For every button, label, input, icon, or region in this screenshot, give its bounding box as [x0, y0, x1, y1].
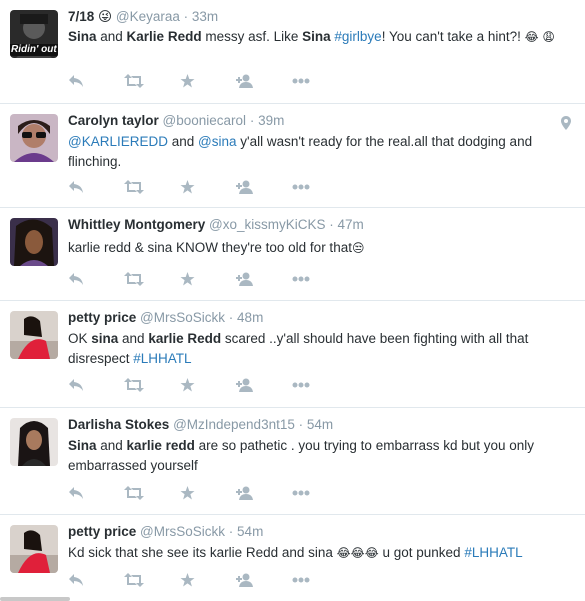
- timestamp[interactable]: 33m: [192, 9, 218, 24]
- tweet-text: karlie redd & sina KNOW they're too old …: [68, 240, 365, 255]
- follow-user-icon[interactable]: [236, 570, 292, 590]
- more-dots-icon[interactable]: [292, 71, 348, 91]
- tweet-actions: [68, 375, 348, 395]
- avatar[interactable]: [10, 311, 58, 359]
- tweet-header: petty price @MrsSoSickk · 48m: [68, 309, 263, 327]
- tweet-header: 7/18 😜 @Keyaraa · 33m: [68, 8, 218, 26]
- timestamp[interactable]: 47m: [338, 217, 364, 232]
- tweet-header: Carolyn taylor @booniecarol · 39m: [68, 112, 284, 130]
- username[interactable]: @MrsSoSickk: [140, 524, 225, 539]
- tweet-text: Kd sick that she see its karlie Redd and…: [68, 545, 523, 560]
- retweet-icon[interactable]: [124, 177, 180, 197]
- tweet-header: Darlisha Stokes @MzIndepend3nt15 · 54m: [68, 416, 333, 434]
- horizontal-scrollbar[interactable]: [0, 597, 70, 601]
- avatar[interactable]: [10, 418, 58, 466]
- emoji: 😂😂😂: [336, 546, 379, 560]
- timestamp[interactable]: 54m: [237, 524, 263, 539]
- reply-icon[interactable]: [68, 269, 124, 289]
- avatar[interactable]: Ridin' out: [10, 10, 58, 58]
- hashtag-link[interactable]: #girlbye: [334, 29, 381, 44]
- more-dots-icon[interactable]: [292, 570, 348, 590]
- tweet-actions: [68, 483, 348, 503]
- tweet[interactable]: Ridin' out 7/18 😜 @Keyaraa · 33m Sina an…: [0, 0, 585, 104]
- more-dots-icon[interactable]: [292, 483, 348, 503]
- timestamp[interactable]: 54m: [307, 417, 333, 432]
- separator: ·: [298, 417, 304, 432]
- reply-icon[interactable]: [68, 177, 124, 197]
- fullname[interactable]: Darlisha Stokes: [68, 417, 169, 432]
- fullname[interactable]: Carolyn taylor: [68, 113, 159, 128]
- tweet[interactable]: Carolyn taylor @booniecarol · 39m @KARLI…: [0, 104, 585, 208]
- tweet-header: Whittley Montgomery @xo_kissmyKiCKS · 47…: [68, 216, 364, 234]
- mention-link[interactable]: @KARLIEREDD: [68, 134, 168, 149]
- emoji: 😩: [542, 30, 555, 44]
- separator: ·: [329, 217, 334, 232]
- username[interactable]: @xo_kissmyKiCKS: [209, 217, 325, 232]
- star-icon[interactable]: [180, 570, 236, 590]
- reply-icon[interactable]: [68, 483, 124, 503]
- retweet-icon[interactable]: [124, 483, 180, 503]
- tweet-actions: [68, 71, 348, 91]
- tweet-actions: [68, 570, 348, 590]
- emoji: 😂: [524, 30, 539, 44]
- tweet[interactable]: Whittley Montgomery @xo_kissmyKiCKS · 47…: [0, 208, 585, 301]
- timestamp[interactable]: 39m: [258, 113, 284, 128]
- separator: ·: [228, 524, 234, 539]
- tweet-actions: [68, 177, 348, 197]
- tweet-text: Sina and Karlie Redd messy asf. Like Sin…: [68, 29, 555, 44]
- more-dots-icon[interactable]: [292, 375, 348, 395]
- tweet-text: Sina and karlie redd are so pathetic . y…: [68, 438, 535, 473]
- reply-icon[interactable]: [68, 71, 124, 91]
- fullname[interactable]: petty price: [68, 524, 136, 539]
- retweet-icon[interactable]: [124, 71, 180, 91]
- retweet-icon[interactable]: [124, 375, 180, 395]
- separator: ·: [249, 113, 255, 128]
- star-icon[interactable]: [180, 483, 236, 503]
- follow-user-icon[interactable]: [236, 269, 292, 289]
- separator: ·: [183, 9, 189, 24]
- star-icon[interactable]: [180, 71, 236, 91]
- tweet-text: @KARLIEREDD and @sina y'all wasn't ready…: [68, 134, 533, 169]
- mention-text: Sina: [68, 29, 97, 44]
- hashtag-link[interactable]: #LHHATL: [133, 351, 191, 366]
- tweet-text: OK sina and karlie Redd scared ..y'all s…: [68, 331, 529, 366]
- emoji: 😒: [351, 241, 365, 255]
- more-dots-icon[interactable]: [292, 269, 348, 289]
- retweet-icon[interactable]: [124, 269, 180, 289]
- tweet[interactable]: petty price @MrsSoSickk · 54m Kd sick th…: [0, 515, 585, 601]
- username[interactable]: @Keyaraa: [116, 9, 180, 24]
- mention-link[interactable]: @sina: [198, 134, 236, 149]
- avatar-caption: Ridin' out: [11, 44, 57, 55]
- follow-user-icon[interactable]: [236, 375, 292, 395]
- avatar[interactable]: [10, 218, 58, 266]
- timestamp[interactable]: 48m: [237, 310, 263, 325]
- reply-icon[interactable]: [68, 375, 124, 395]
- reply-icon[interactable]: [68, 570, 124, 590]
- star-icon[interactable]: [180, 375, 236, 395]
- tweet[interactable]: Darlisha Stokes @MzIndepend3nt15 · 54m S…: [0, 408, 585, 515]
- tweet[interactable]: petty price @MrsSoSickk · 48m OK sina an…: [0, 301, 585, 408]
- star-icon[interactable]: [180, 269, 236, 289]
- username[interactable]: @MrsSoSickk: [140, 310, 225, 325]
- avatar[interactable]: [10, 525, 58, 573]
- hashtag-link[interactable]: #LHHATL: [464, 545, 522, 560]
- tweet-actions: [68, 269, 348, 289]
- more-dots-icon[interactable]: [292, 177, 348, 197]
- fullname[interactable]: Whittley Montgomery: [68, 217, 205, 232]
- retweet-icon[interactable]: [124, 570, 180, 590]
- username[interactable]: @booniecarol: [163, 113, 247, 128]
- follow-user-icon[interactable]: [236, 71, 292, 91]
- fullname[interactable]: petty price: [68, 310, 136, 325]
- fullname[interactable]: 7/18 😜: [68, 9, 112, 24]
- star-icon[interactable]: [180, 177, 236, 197]
- tweet-header: petty price @MrsSoSickk · 54m: [68, 523, 263, 541]
- username[interactable]: @MzIndepend3nt15: [173, 417, 295, 432]
- follow-user-icon[interactable]: [236, 177, 292, 197]
- tweet-timeline: Ridin' out 7/18 😜 @Keyaraa · 33m Sina an…: [0, 0, 585, 601]
- separator: ·: [228, 310, 234, 325]
- avatar[interactable]: [10, 114, 58, 162]
- follow-user-icon[interactable]: [236, 483, 292, 503]
